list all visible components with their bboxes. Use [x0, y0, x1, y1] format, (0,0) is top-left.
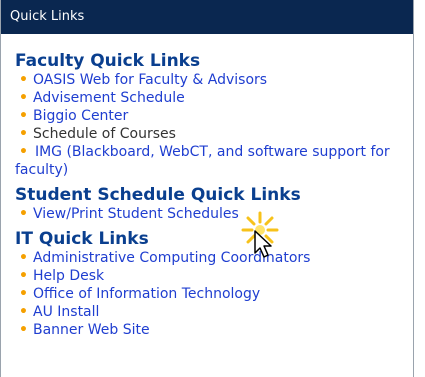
link-administrative-computing-coordinators[interactable]: • Administrative Computing Coordinators	[15, 249, 407, 267]
section-title-it: IT Quick Links	[15, 229, 149, 249]
bullet-icon: •	[19, 268, 28, 284]
link-text[interactable]: Schedule of Courses	[33, 126, 176, 142]
bullet-icon: •	[19, 206, 28, 222]
bullet-icon: •	[19, 90, 28, 106]
bullet-icon: •	[19, 250, 28, 266]
section-title-faculty: Faculty Quick Links	[15, 51, 201, 71]
link-banner-web-site[interactable]: • Banner Web Site	[15, 321, 407, 339]
faculty-links-list: • OASIS Web for Faculty & Advisors • Advis…	[15, 71, 407, 179]
link-advisement-schedule[interactable]: • Advisement Schedule	[15, 89, 407, 107]
link-office-of-information-technology[interactable]: • Office of Information Technology	[15, 285, 407, 303]
faculty-quick-links-section: Faculty Quick Links • OASIS Web for Facul…	[15, 51, 407, 179]
quick-links-panel: Quick Links Faculty Quick Links • OASIS W…	[0, 0, 414, 377]
bullet-icon: •	[19, 286, 28, 302]
student-links-list: • View/Print Student Schedules	[15, 205, 407, 223]
bullet-icon: •	[19, 144, 28, 160]
link-text[interactable]: View/Print Student Schedules	[33, 206, 239, 222]
bullet-icon: •	[19, 304, 28, 320]
link-au-install[interactable]: • AU Install	[15, 303, 407, 321]
link-text[interactable]: Advisement Schedule	[33, 90, 185, 106]
it-quick-links-section: IT Quick Links • Administrative Computing…	[15, 229, 407, 339]
link-view-print-student-schedules[interactable]: • View/Print Student Schedules	[15, 205, 407, 223]
link-text[interactable]: OASIS Web for Faculty & Advisors	[33, 72, 267, 88]
link-img[interactable]: • IMG (Blackboard, WebCT, and software su…	[15, 143, 407, 179]
student-schedule-quick-links-section: Student Schedule Quick Links • View/Print…	[15, 185, 407, 223]
link-text[interactable]: Biggio Center	[33, 108, 128, 124]
it-links-list: • Administrative Computing Coordinators •…	[15, 249, 407, 339]
link-biggio-center[interactable]: • Biggio Center	[15, 107, 407, 125]
section-title-student-schedule: Student Schedule Quick Links	[15, 185, 301, 205]
link-text[interactable]: IMG (Blackboard, WebCT, and software sup…	[15, 144, 390, 178]
link-text[interactable]: Office of Information Technology	[33, 286, 260, 302]
link-text[interactable]: Banner Web Site	[33, 322, 150, 338]
link-text[interactable]: Administrative Computing Coordinators	[33, 250, 310, 266]
panel-header: Quick Links	[1, 0, 413, 34]
link-text[interactable]: Help Desk	[33, 268, 104, 284]
bullet-icon: •	[19, 322, 28, 338]
bullet-icon: •	[19, 126, 28, 142]
link-schedule-of-courses[interactable]: • Schedule of Courses	[15, 125, 407, 143]
link-oasis-web[interactable]: • OASIS Web for Faculty & Advisors	[15, 71, 407, 89]
panel-content: Faculty Quick Links • OASIS Web for Facul…	[1, 34, 413, 339]
link-text[interactable]: AU Install	[33, 304, 99, 320]
bullet-icon: •	[19, 72, 28, 88]
bullet-icon: •	[19, 108, 28, 124]
link-help-desk[interactable]: • Help Desk	[15, 267, 407, 285]
